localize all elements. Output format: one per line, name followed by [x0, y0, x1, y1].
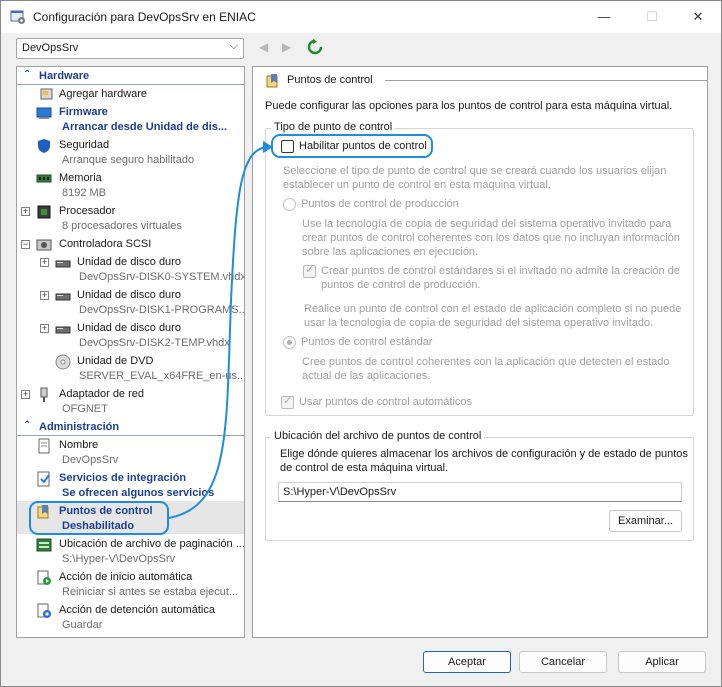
name-document-icon [38, 438, 50, 454]
production-desc-line-1: Use la tecnología de copia de seguridad … [302, 218, 672, 230]
location-desc-line-1: Elige dónde quieres almacenar los archiv… [280, 448, 688, 460]
checkpoint-location-value: S:\Hyper-V\DevOpsSrv [283, 486, 397, 498]
back-arrow-icon[interactable]: ◀ [259, 40, 268, 54]
tree-item-scsi-controller[interactable]: − Controladora SCSI [17, 236, 244, 254]
cancel-button[interactable]: Cancelar [519, 651, 607, 673]
tree-item-hard-disk-1[interactable]: + Unidad de disco duro DevOpsSrv-DISK1-P… [17, 287, 244, 320]
fallback-desc-line-2: usar la tecnología de copia de seguridad… [304, 317, 654, 329]
checkmark-icon: ✓ [283, 395, 293, 407]
forward-arrow-icon[interactable]: ▶ [282, 40, 291, 54]
checkpoint-icon [266, 74, 278, 88]
checkpoint-location-group-title: Ubicación del archivo de puntos de contr… [271, 430, 485, 442]
refresh-icon[interactable] [307, 39, 323, 55]
apply-button[interactable]: Aplicar [618, 651, 706, 673]
accept-button[interactable]: Aceptar [423, 651, 511, 673]
browse-button[interactable]: Examinar... [609, 510, 682, 532]
tree-item-integration-services[interactable]: Servicios de integración Se ofrecen algu… [17, 470, 244, 503]
tree-item-hard-disk-2[interactable]: + Unidad de disco duro DevOpsSrv-DISK2-T… [17, 320, 244, 353]
fallback-label-line-2[interactable]: puntos de control de producción. [321, 278, 481, 292]
production-label[interactable]: Puntos de control de producción [301, 197, 459, 211]
collapse-chevron-icon: ⌃ [23, 69, 32, 80]
minimize-button[interactable]: — [581, 1, 627, 33]
title-bar: Configuración para DevOpsSrv en ENIAC — … [1, 1, 721, 33]
production-desc-line-2: crear puntos de control coherentes con l… [302, 232, 680, 244]
tree-item-memory[interactable]: Memoria 8192 MB [17, 170, 244, 203]
add-hardware-icon [40, 88, 53, 100]
administration-section-header[interactable]: ⌃ Administración [17, 419, 244, 436]
maximize-button[interactable]: ☐ [629, 1, 675, 33]
shield-icon [38, 139, 50, 153]
expand-icon[interactable]: + [21, 207, 30, 216]
processor-icon [37, 205, 51, 219]
collapse-icon[interactable]: − [21, 240, 30, 249]
enable-desc-line-1: Seleccione el tipo de punto de control q… [283, 165, 667, 177]
auto-start-icon [37, 570, 51, 585]
tree-item-network-adapter[interactable]: + Adaptador de red OFGNET [17, 386, 244, 419]
tree-item-dvd-drive[interactable]: Unidad de DVD SERVER_EVAL_x64FRE_en-us..… [17, 353, 244, 386]
checkpoint-location-input[interactable]: S:\Hyper-V\DevOpsSrv [278, 482, 682, 502]
scsi-controller-icon [36, 239, 52, 251]
production-radio[interactable] [283, 198, 296, 211]
tree-item-security[interactable]: Seguridad Arranque seguro habilitado [17, 137, 244, 170]
hard-disk-icon [55, 260, 71, 268]
settings-tree: ⌃ Hardware Agregar hardware Firmware Arr… [16, 66, 245, 638]
collapse-chevron-icon: ⌃ [23, 420, 32, 431]
fallback-label-line-1[interactable]: Crear puntos de control estándares si el… [321, 264, 680, 278]
checkmark-icon: ✓ [305, 264, 315, 276]
window-title: Configuración para DevOpsSrv en ENIAC [33, 10, 256, 24]
standard-desc-line-1: Cree puntos de control coherentes con la… [302, 356, 670, 368]
paging-file-icon [36, 538, 52, 552]
header-divider [385, 80, 707, 81]
administration-section-label: Administración [39, 421, 120, 433]
chevron-down-icon: ⌵ [229, 40, 238, 52]
panel-description: Puede configurar las opciones para los p… [265, 100, 673, 112]
expand-icon[interactable]: + [21, 390, 30, 399]
panel-title: Puntos de control [287, 74, 373, 86]
close-button[interactable]: ✕ [675, 1, 721, 33]
checkpoints-item-highlight [29, 501, 169, 535]
standard-label[interactable]: Puntos de control estándar [301, 335, 432, 349]
hard-disk-icon [55, 293, 71, 301]
vm-selector-value: DevOpsSrv [22, 42, 79, 54]
fallback-standard-checkbox[interactable]: ✓ [303, 264, 316, 278]
tree-item-auto-start-action[interactable]: Acción de inicio automática Reiniciar si… [17, 569, 244, 602]
tree-item-name[interactable]: Nombre DevOpsSrv [17, 437, 244, 470]
standard-desc-line-2: actual de las aplicaciones. [302, 370, 431, 382]
memory-icon [36, 174, 52, 183]
standard-radio[interactable] [283, 336, 296, 349]
dvd-disc-icon [55, 354, 71, 370]
automatic-checkpoints-label[interactable]: Usar puntos de control automáticos [299, 395, 472, 409]
radio-selected-dot [287, 340, 292, 345]
location-desc-line-2: de control de esta máquina virtual. [280, 462, 449, 474]
tree-item-hard-disk-0[interactable]: + Unidad de disco duro DevOpsSrv-DISK0-S… [17, 254, 244, 287]
tree-item-processor[interactable]: + Procesador 8 procesadores virtuales [17, 203, 244, 236]
auto-stop-icon [37, 603, 51, 618]
tree-item-add-hardware[interactable]: Agregar hardware [17, 86, 244, 104]
production-desc-line-3: sobre las aplicaciones en ejecución. [302, 246, 479, 258]
tree-item-auto-stop-action[interactable]: Acción de detención automática Guardar [17, 602, 244, 635]
network-adapter-icon [40, 387, 48, 402]
settings-app-icon [10, 10, 25, 24]
automatic-checkpoints-checkbox[interactable]: ✓ [281, 395, 294, 409]
expand-icon[interactable]: + [40, 324, 49, 333]
vm-selector-dropdown[interactable]: DevOpsSrv ⌵ [16, 38, 244, 59]
checkpoint-type-group-title: Tipo de punto de control [271, 121, 396, 133]
hardware-section-label: Hardware [39, 70, 90, 82]
tree-item-firmware[interactable]: Firmware Arrancar desde Unidad de dis... [17, 104, 244, 137]
enable-checkbox-highlight [271, 134, 433, 158]
enable-desc-line-2: establecer un punto de control en esta m… [283, 179, 551, 191]
integration-services-icon [37, 471, 50, 487]
firmware-chip-icon [36, 107, 52, 119]
fallback-desc-line-1: Realice un punto de control con el estad… [304, 303, 682, 315]
hard-disk-icon [55, 326, 71, 334]
settings-window: Configuración para DevOpsSrv en ENIAC — … [0, 0, 722, 687]
expand-icon[interactable]: + [40, 258, 49, 267]
expand-icon[interactable]: + [40, 291, 49, 300]
tree-item-paging-file-location[interactable]: Ubicación de archivo de paginación ... S… [17, 536, 244, 569]
hardware-section-header[interactable]: ⌃ Hardware [17, 68, 244, 85]
